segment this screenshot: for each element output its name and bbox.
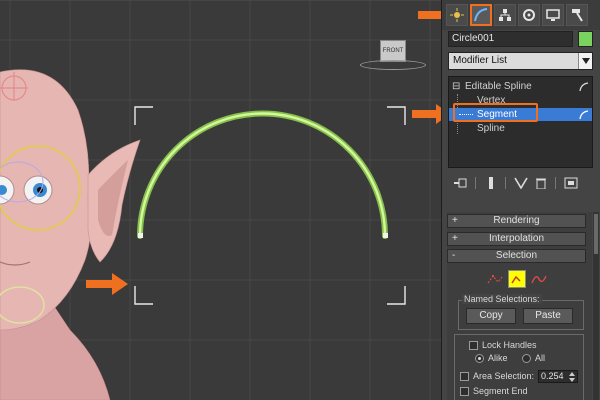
motion-icon — [523, 9, 535, 21]
vertex-level-button[interactable] — [486, 270, 504, 288]
viewcube[interactable]: FRONT — [358, 36, 428, 72]
lock-handles-checkbox[interactable] — [469, 341, 478, 350]
motion-tab[interactable] — [518, 4, 540, 26]
sun-icon — [450, 8, 464, 22]
spline-icon — [531, 275, 547, 284]
display-tab[interactable] — [542, 4, 564, 26]
segment-end-checkbox[interactable] — [460, 387, 469, 396]
modify-tab[interactable] — [470, 4, 492, 26]
modifier-stack: ⊟ Editable Spline Vertex Segment Spline — [448, 76, 593, 168]
alike-label: Alike — [488, 353, 508, 363]
all-radio[interactable] — [522, 354, 531, 363]
viewcube-compass-ring[interactable] — [360, 60, 426, 70]
remove-modifier-button[interactable] — [533, 175, 549, 191]
stack-toolbar — [447, 175, 592, 191]
vertex-icon — [487, 275, 503, 284]
panel-scrollbar[interactable] — [593, 212, 599, 400]
modify-curve-icon — [579, 82, 589, 92]
stack-item-label: Editable Spline — [465, 81, 532, 92]
configure-modifier-sets-button[interactable] — [563, 175, 579, 191]
all-label: All — [535, 353, 546, 363]
trash-icon — [536, 178, 546, 189]
configure-icon — [564, 177, 578, 189]
viewcube-front-face[interactable]: FRONT — [380, 40, 406, 62]
named-selections-label: Named Selections: — [462, 294, 542, 304]
object-name-field[interactable]: Circle001 — [448, 31, 573, 47]
pin-icon — [454, 178, 467, 188]
segment-highlight-box — [453, 103, 538, 122]
paste-button[interactable]: Paste — [523, 308, 573, 324]
modifier-list-dropdown[interactable]: Modifier List — [448, 52, 593, 70]
segment-icon — [511, 275, 521, 284]
make-unique-button[interactable] — [513, 175, 529, 191]
scrollbar-thumb[interactable] — [594, 214, 598, 254]
area-selection-spinner[interactable]: 0.254 — [538, 370, 578, 383]
stack-item-label: Spline — [477, 123, 505, 134]
hierarchy-icon — [499, 9, 511, 21]
display-monitor-icon — [546, 9, 560, 21]
object-color-swatch[interactable] — [578, 31, 593, 47]
segment-end-label: Segment End — [473, 386, 528, 396]
segment-level-button[interactable] — [508, 270, 526, 288]
stack-item-editable-spline[interactable]: ⊟ Editable Spline — [449, 80, 592, 93]
spline-level-button[interactable] — [530, 270, 548, 288]
show-end-result-button[interactable] — [483, 175, 499, 191]
collapse-toggle-icon[interactable]: ⊟ — [452, 80, 460, 93]
selection-brackets — [134, 106, 406, 305]
command-panel-tabs — [442, 0, 600, 30]
modify-curve-icon — [474, 8, 488, 22]
utilities-tab[interactable] — [566, 4, 588, 26]
front-viewport[interactable]: FRONT — [0, 0, 441, 400]
show-end-result-icon — [489, 177, 493, 189]
modifier-list-label: Modifier List — [453, 55, 507, 66]
area-selection-label: Area Selection: — [473, 371, 535, 381]
rollout-interpolation[interactable]: + Interpolation — [447, 232, 586, 246]
rollout-selection[interactable]: - Selection — [447, 249, 586, 263]
hierarchy-tab[interactable] — [494, 4, 516, 26]
alike-radio[interactable] — [475, 354, 484, 363]
create-tab[interactable] — [446, 4, 468, 26]
modify-curve-icon — [579, 110, 589, 120]
lock-handles-label: Lock Handles — [482, 340, 537, 350]
area-selection-value: 0.254 — [541, 371, 564, 381]
copy-button[interactable]: Copy — [466, 308, 516, 324]
chevron-down-icon[interactable] — [578, 53, 592, 69]
rollout-rendering[interactable]: + Rendering — [447, 214, 586, 228]
spinner-arrows-icon[interactable] — [569, 372, 575, 382]
pin-stack-button[interactable] — [453, 175, 469, 191]
make-unique-icon — [514, 177, 528, 189]
stack-item-spline[interactable]: Spline — [449, 122, 592, 135]
hammer-icon — [572, 9, 583, 22]
area-selection-checkbox[interactable] — [460, 372, 469, 381]
annotation-arrow-viewport — [86, 273, 128, 295]
